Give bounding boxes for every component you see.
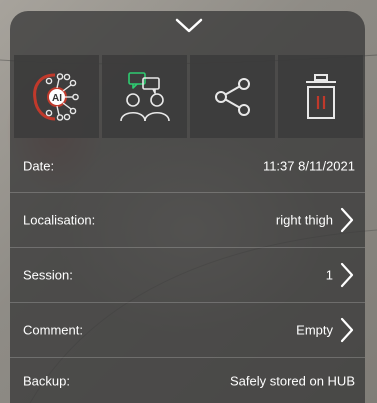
localisation-row[interactable]: Localisation: right thigh — [10, 193, 365, 247]
session-value: 1 — [325, 267, 333, 283]
comment-value: Empty — [296, 322, 333, 338]
trash-icon — [305, 73, 336, 119]
delete-button[interactable] — [278, 55, 363, 138]
consult-people-chat-icon — [119, 71, 170, 121]
backup-label: Backup: — [23, 373, 70, 388]
localisation-value: right thigh — [275, 212, 333, 228]
localisation-label: Localisation: — [23, 212, 96, 228]
backup-value: Safely stored on HUB — [229, 373, 355, 388]
session-row[interactable]: Session: 1 — [10, 248, 365, 302]
share-button[interactable] — [190, 55, 275, 138]
comment-label: Comment: — [23, 322, 83, 338]
date-value: 11:37 8/11/2021 — [262, 158, 355, 174]
comment-row[interactable]: Comment: Empty — [10, 303, 365, 357]
svg-text:AI: AI — [52, 93, 62, 104]
action-bar: AI — [14, 55, 364, 138]
ai-analysis-button[interactable]: AI — [14, 55, 99, 138]
session-label: Session: — [23, 267, 73, 283]
date-row: Date: 11:37 8/11/2021 — [10, 139, 365, 193]
consult-button[interactable] — [102, 55, 187, 138]
date-label: Date: — [23, 158, 55, 174]
chevron-right-icon — [340, 317, 354, 343]
backup-row: Backup: Safely stored on HUB — [10, 358, 365, 403]
collapse-button[interactable] — [171, 13, 207, 39]
chevron-down-icon — [175, 18, 203, 33]
ai-brain-icon: AI — [32, 72, 79, 121]
share-icon — [214, 77, 250, 116]
chevron-right-icon — [340, 207, 354, 233]
chevron-right-icon — [340, 262, 354, 288]
